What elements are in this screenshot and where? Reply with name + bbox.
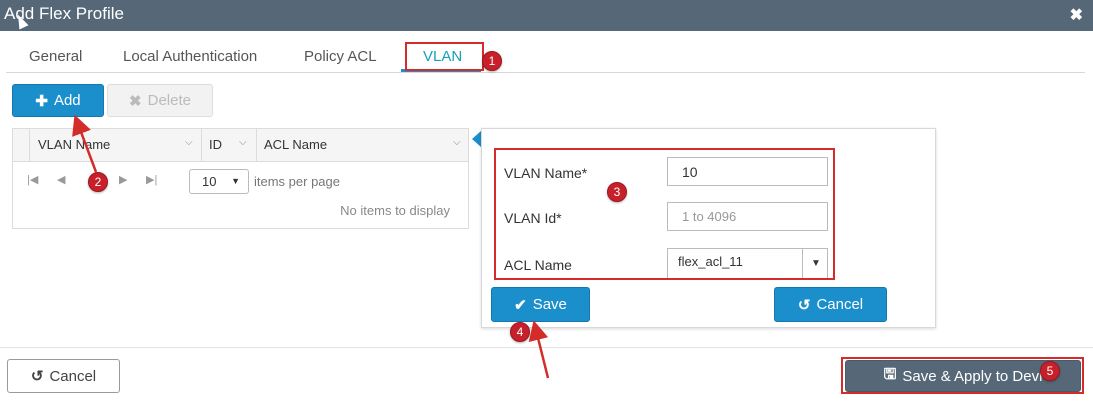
tab-local-authentication[interactable]: Local Authentication [123,48,257,65]
column-menu-chevron-icon[interactable]: ⌵ [185,137,193,148]
dialog-cancel-button[interactable]: ↺ Cancel [7,359,120,393]
checkmark-icon: ✔ [514,296,527,314]
dialog-cancel-button-label: Cancel [49,367,97,385]
tab-bar: General Local Authentication Policy ACL … [0,31,1093,73]
add-button-label: Add [53,92,81,109]
empty-grid-message: No items to display [340,203,450,218]
tabs-divider [6,72,1085,73]
close-icon[interactable]: ✖ [1070,5,1083,25]
tab-general[interactable]: General [29,48,82,65]
items-per-page-select[interactable]: 10 ▼ [189,169,249,194]
delete-button-label: Delete [147,92,191,109]
undo-icon: ↺ [797,296,811,314]
tab-policy-acl[interactable]: Policy ACL [304,48,377,65]
column-header-id[interactable]: ID [209,137,222,152]
undo-icon: ↺ [30,368,44,385]
arrow-to-save-button [528,320,550,379]
footer-divider [0,347,1093,348]
column-menu-chevron-icon[interactable]: ⌵ [453,137,461,148]
save-button[interactable]: ✔ Save [491,287,590,322]
plus-icon: ✚ [35,92,48,110]
panel-pointer [472,131,481,147]
column-separator [29,129,30,162]
dialog-title-bar: Add Flex Profile ✖ [0,0,1093,31]
column-menu-chevron-icon[interactable]: ⌵ [239,137,247,148]
panel-cancel-button[interactable]: ↺ Cancel [774,287,887,322]
column-header-acl-name[interactable]: ACL Name [264,137,327,152]
annotation-badge-2: 2 [88,172,108,192]
next-page-icon[interactable]: ▶ [119,173,127,186]
items-per-page-label: items per page [254,174,340,189]
items-per-page-value: 10 [202,174,217,189]
last-page-icon[interactable]: ▶| [146,173,157,186]
column-separator [256,129,257,162]
save-button-label: Save [532,296,567,313]
previous-page-icon[interactable]: ◀ [57,173,65,186]
annotation-highlight-vlan-tab [405,42,484,71]
column-separator [201,129,202,162]
annotation-badge-1: 1 [482,51,502,71]
panel-cancel-button-label: Cancel [816,296,864,313]
annotation-badge-5: 5 [1040,361,1060,381]
annotation-badge-4: 4 [510,322,530,342]
add-button[interactable]: ✚ Add [12,84,104,117]
first-page-icon[interactable]: |◀ [27,173,38,186]
column-header-vlan-name[interactable]: VLAN Name [38,137,110,152]
dropdown-arrow-icon: ▼ [231,176,240,186]
annotation-badge-3: 3 [607,182,627,202]
delete-x-icon: ✖ [129,92,142,110]
delete-button[interactable]: ✖ Delete [107,84,213,117]
annotation-highlight-form [494,148,835,280]
vlan-grid: VLAN Name ⌵ ID ⌵ ACL Name ⌵ |◀ ◀ ▶ ▶| 10… [12,128,469,229]
grid-header: VLAN Name ⌵ ID ⌵ ACL Name ⌵ [13,129,468,162]
